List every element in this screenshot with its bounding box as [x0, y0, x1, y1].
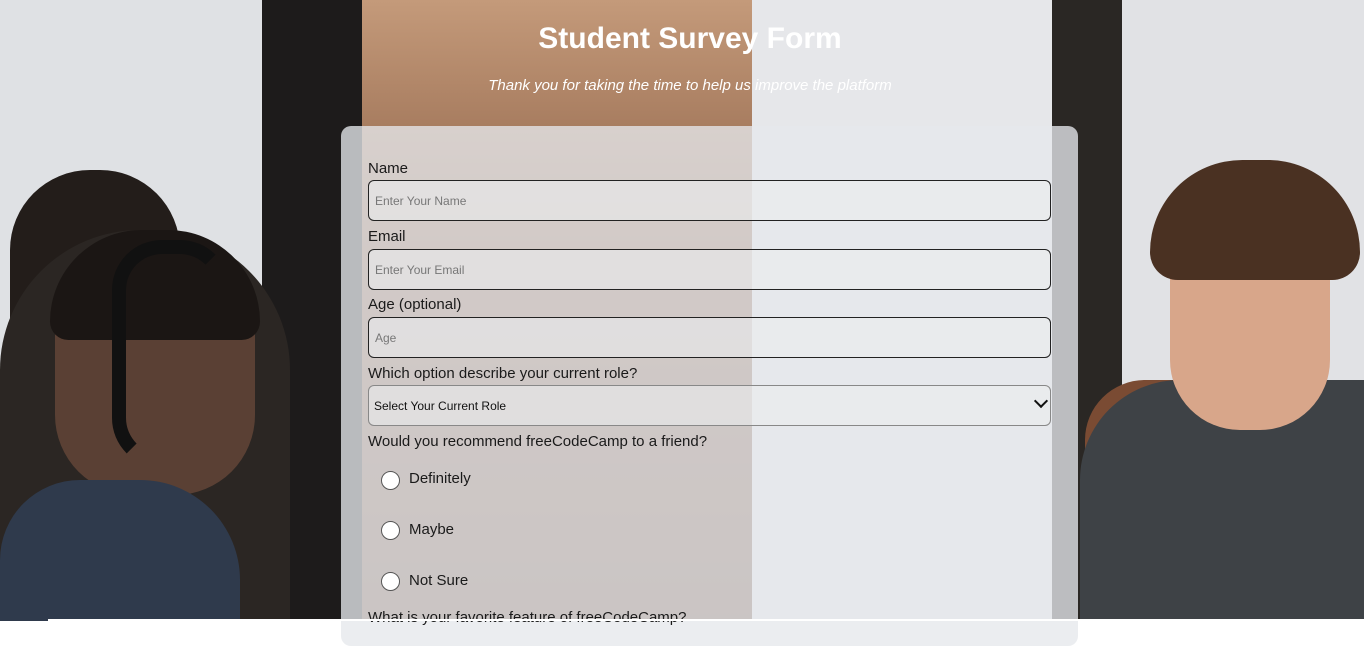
age-label: Age (optional) — [368, 296, 462, 313]
email-label: Email — [368, 228, 406, 245]
age-input[interactable] — [368, 317, 1051, 358]
radio-label-definitely: Definitely — [409, 470, 471, 487]
email-input[interactable] — [368, 249, 1051, 290]
feature-label: What is your favorite feature of freeCod… — [368, 609, 687, 626]
radio-maybe[interactable] — [381, 521, 400, 540]
name-input[interactable] — [368, 180, 1051, 221]
radio-not-sure[interactable] — [381, 572, 400, 591]
headphones-icon — [112, 240, 230, 468]
page-subtitle: Thank you for taking the time to help us… — [488, 77, 892, 94]
chevron-down-icon — [1033, 393, 1049, 409]
role-select[interactable]: Select Your Current Role — [368, 385, 1051, 426]
page-title: Student Survey Form — [538, 22, 842, 55]
role-select-value: Select Your Current Role — [374, 399, 507, 413]
name-label: Name — [368, 160, 409, 177]
recommend-label: Would you recommend freeCodeCamp to a fr… — [368, 433, 708, 450]
radio-definitely[interactable] — [381, 471, 400, 490]
radio-label-maybe: Maybe — [409, 521, 455, 538]
role-label: Which option describe your current role? — [368, 365, 638, 382]
radio-label-not-sure: Not Sure — [409, 572, 469, 589]
